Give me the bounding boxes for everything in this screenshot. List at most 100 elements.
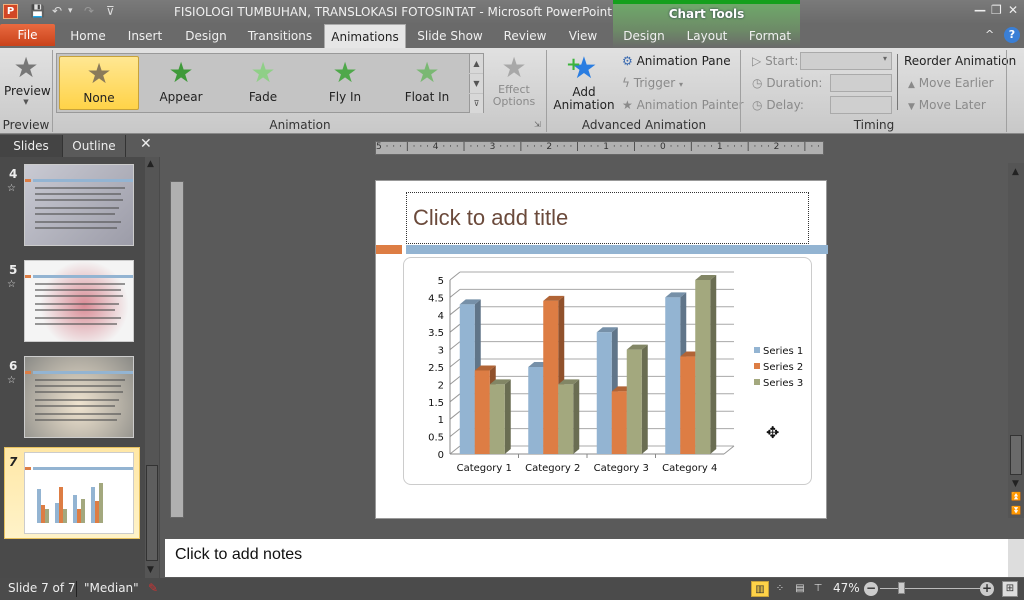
preview-button[interactable]: ★ Preview ▼	[4, 52, 51, 114]
lightning-icon: ϟ	[622, 76, 630, 90]
redo-icon: ↷	[84, 4, 95, 18]
gridline-side	[449, 271, 461, 281]
reading-view-button[interactable]: ▤	[791, 581, 809, 597]
scroll-down-icon[interactable]: ▼	[147, 565, 154, 575]
scroll-up-icon[interactable]: ▲	[147, 159, 154, 169]
close-panel-icon[interactable]: ✕	[140, 136, 152, 152]
x-tick-label: Category 4	[662, 463, 717, 474]
panel-scrollbar[interactable]: ▲ ▼	[145, 157, 159, 578]
dialog-launcher-icon[interactable]: ⇲	[534, 120, 541, 129]
gallery-scroll-up[interactable]: ▲	[469, 54, 483, 73]
plus-icon: +	[566, 54, 582, 75]
powerpoint-app-icon[interactable]: P	[3, 4, 18, 19]
group-label-timing: Timing	[853, 118, 895, 132]
animation-fly-in[interactable]: ★ Fly In	[305, 56, 385, 110]
tab-home[interactable]: Home	[64, 24, 112, 48]
animation-appear-label: Appear	[159, 90, 203, 104]
gallery-scroll-down[interactable]: ▼	[469, 74, 483, 93]
close-button[interactable]: ✕	[1008, 3, 1018, 17]
scroll-up-icon[interactable]: ▲	[1012, 167, 1019, 177]
chevron-down-icon: ▾	[882, 54, 887, 63]
animation-none[interactable]: ★ None	[59, 56, 139, 110]
notes-pane[interactable]: Click to add notes	[165, 539, 1008, 577]
add-animation-button[interactable]: ★ + Add Animation	[552, 52, 616, 114]
effect-options-label: Effect Options	[492, 83, 536, 108]
zoom-level[interactable]: 47%	[833, 581, 860, 595]
animation-float-in[interactable]: ★ Float In	[387, 56, 467, 110]
move-later-button: ▼ Move Later	[908, 98, 986, 112]
slide-number: 6	[9, 359, 18, 373]
slide-number: 4	[9, 167, 18, 181]
undo-icon[interactable]: ↶	[52, 4, 62, 19]
animation-star-icon: ☆	[7, 183, 16, 194]
tab-chart-format[interactable]: Format	[746, 24, 794, 48]
effect-options-button: ★ Effect Options	[488, 52, 540, 114]
minimize-ribbon-icon[interactable]: ^	[985, 28, 994, 41]
tab-slide-show[interactable]: Slide Show	[414, 24, 486, 48]
legend-swatch	[754, 363, 760, 369]
y-tick-label: 5	[438, 276, 444, 287]
duration-label: ◷ Duration:	[752, 76, 823, 90]
theme-name[interactable]: "Median"	[84, 581, 139, 595]
animation-painter-label: Animation Painter	[636, 98, 744, 112]
trigger-label: Trigger	[633, 76, 676, 90]
tab-outline[interactable]: Outline	[62, 135, 126, 157]
slide-show-button[interactable]: ⊤	[809, 581, 827, 597]
divider	[76, 581, 77, 597]
divider	[897, 54, 898, 110]
accent-bar-orange	[376, 245, 402, 254]
gridline-side	[449, 358, 461, 368]
fit-to-window-icon[interactable]: ⊞	[1002, 581, 1018, 597]
restore-button[interactable]: ❐	[991, 3, 1002, 17]
tab-chart-design[interactable]: Design	[620, 24, 668, 48]
tab-transitions[interactable]: Transitions	[244, 24, 316, 48]
tab-animations[interactable]: Animations	[324, 24, 406, 48]
group-label-advanced-animation: Advanced Animation	[581, 118, 707, 132]
slide-thumbnail-6[interactable]	[24, 356, 134, 438]
minimize-button[interactable]: —	[974, 3, 986, 17]
gallery-more[interactable]: ⊽	[469, 94, 483, 113]
zoom-slider-track[interactable]	[880, 588, 980, 589]
bar-side	[641, 344, 648, 454]
y-tick-label: 1	[438, 415, 444, 426]
tab-insert[interactable]: Insert	[122, 24, 168, 48]
slide-thumbnail-7[interactable]	[24, 452, 134, 534]
x-tick-label: Category 2	[525, 463, 580, 474]
zoom-in-icon[interactable]: +	[980, 582, 994, 596]
y-tick-label: 2.5	[428, 363, 444, 374]
title-placeholder[interactable]: Click to add title	[406, 192, 809, 244]
tab-slides[interactable]: Slides	[0, 135, 62, 157]
undo-dropdown-icon[interactable]: ▾	[68, 4, 73, 19]
ribbon: ★ Preview ▼ Preview ★ None ★ Appear ★ Fa…	[0, 48, 1024, 134]
slide-sorter-button[interactable]: ⁘	[771, 581, 789, 597]
help-icon[interactable]: ?	[1004, 27, 1020, 43]
title-placeholder-text: Click to add title	[413, 205, 569, 230]
notes-scrollbar[interactable]	[1008, 539, 1024, 577]
panel-scroll-thumb[interactable]	[146, 465, 158, 561]
animation-appear[interactable]: ★ Appear	[141, 56, 221, 110]
animation-fade[interactable]: ★ Fade	[223, 56, 303, 110]
spell-check-icon[interactable]: ✎	[148, 581, 158, 595]
slide-thumbnail-5[interactable]	[24, 260, 134, 342]
scroll-down-icon[interactable]: ▼	[1012, 479, 1019, 489]
normal-view-button[interactable]: ▥	[751, 581, 769, 597]
previous-slide-icon[interactable]: ⏫	[1011, 492, 1021, 501]
zoom-slider-thumb[interactable]	[897, 582, 905, 594]
animation-pane-button[interactable]: ⚙ Animation Pane	[622, 51, 731, 71]
zoom-out-icon[interactable]: −	[864, 582, 878, 596]
start-label: ▷ Start:	[752, 54, 799, 68]
tab-design[interactable]: Design	[180, 24, 232, 48]
y-tick-label: 0	[438, 450, 444, 461]
tab-chart-layout[interactable]: Layout	[684, 24, 730, 48]
slide-number: 7	[9, 455, 18, 469]
tab-view[interactable]: View	[564, 24, 602, 48]
tab-file[interactable]: File	[0, 24, 55, 46]
chart-object[interactable]: 0 0.5 1 1.5 2 2.5 3 3.5 4 4.5 5 Category 1 Category …	[403, 257, 812, 485]
tab-review[interactable]: Review	[500, 24, 550, 48]
customize-qat-icon[interactable]: ⊽	[106, 4, 115, 19]
main-scrollbar[interactable]: ▲ ▼ ⏫ ⏬	[1008, 163, 1024, 518]
main-scroll-thumb[interactable]	[1010, 435, 1022, 475]
slide-thumbnail-4[interactable]	[24, 164, 134, 246]
next-slide-icon[interactable]: ⏬	[1011, 506, 1021, 515]
save-icon[interactable]: 💾	[30, 4, 45, 19]
